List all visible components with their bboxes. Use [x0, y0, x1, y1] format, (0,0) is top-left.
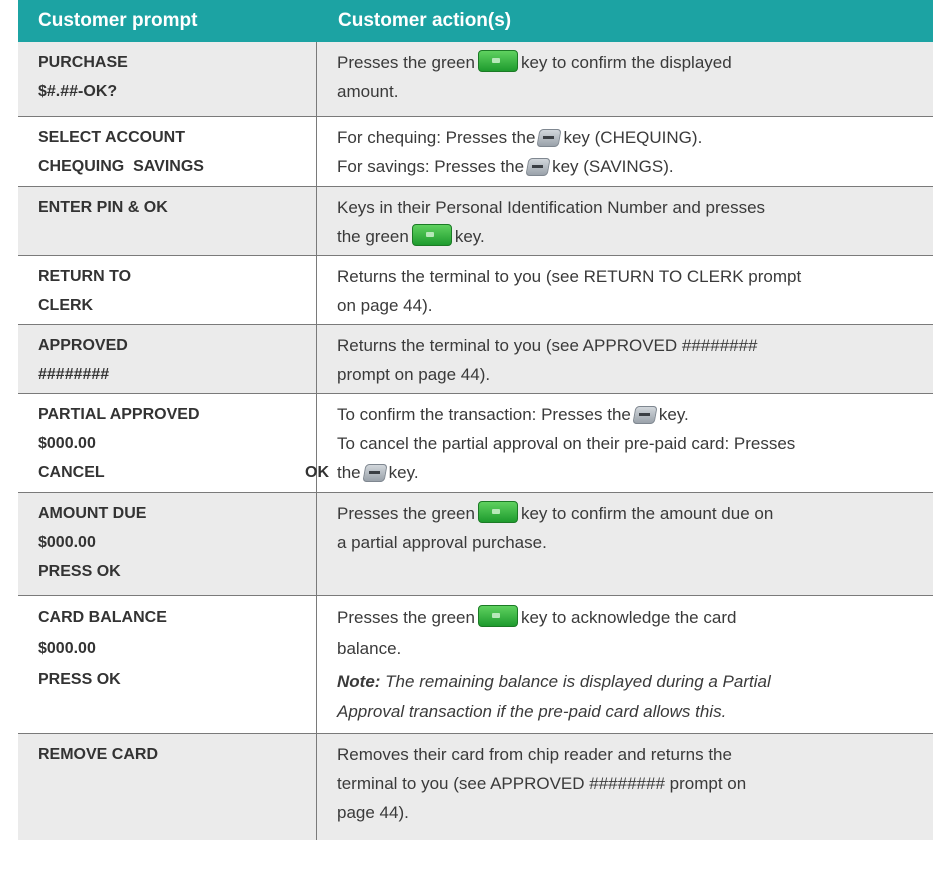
grey-softkey-icon — [364, 463, 386, 482]
action-cell: Returns the terminal to you (see RETURN … — [317, 256, 933, 324]
action-text: key. — [454, 227, 485, 246]
header-customer-prompt: Customer prompt — [38, 10, 198, 31]
action-text: For chequing: Presses the — [337, 128, 536, 147]
prompt-cell: PARTIAL APPROVED $000.00 CANCEL OK — [18, 394, 329, 492]
prompt-line: APPROVED — [38, 337, 128, 354]
prompt-table: Customer prompt Customer action(s) PURCH… — [18, 0, 933, 840]
prompt-cell: APPROVED ######## — [18, 325, 317, 393]
action-text: a partial approval purchase. — [337, 533, 547, 552]
action-text: Removes their card from chip reader and … — [337, 745, 732, 764]
action-text: the green — [337, 227, 409, 246]
action-text: prompt on page 44). — [337, 365, 491, 384]
table-row: PURCHASE $#.##-OK? Presses the green key … — [18, 42, 933, 117]
action-cell: Keys in their Personal Identification Nu… — [317, 187, 933, 255]
prompt-line: CANCEL — [38, 464, 105, 481]
table-row: CARD BALANCE $000.00 PRESS OK Presses th… — [18, 596, 933, 734]
action-text: Presses the green — [337, 504, 475, 523]
prompt-line: RETURN TO — [38, 268, 132, 285]
action-text: the — [337, 463, 361, 482]
action-text: To confirm the transaction: Presses the — [337, 405, 631, 424]
prompt-cell: REMOVE CARD — [18, 734, 317, 840]
prompt-line: $000.00 — [38, 640, 96, 657]
grey-softkey-icon — [538, 128, 560, 147]
table-row: ENTER PIN & OK Keys in their Personal Id… — [18, 187, 933, 256]
grey-softkey-icon — [634, 405, 656, 424]
action-text: key. — [658, 405, 689, 424]
action-text: key to confirm the amount due on — [520, 504, 774, 523]
action-text: Returns the terminal to you (see APPROVE… — [337, 336, 758, 355]
prompt-line: AMOUNT DUE — [38, 505, 147, 522]
action-text: key to acknowledge the card — [520, 608, 737, 627]
action-text: Returns the terminal to you (see RETURN … — [337, 267, 802, 286]
prompt-line: REMOVE CARD — [38, 746, 159, 763]
prompt-ok-label: OK — [305, 464, 329, 481]
action-text: key (CHEQUING). — [563, 128, 703, 147]
prompt-line: $000.00 — [38, 435, 96, 452]
table-header: Customer prompt Customer action(s) — [18, 0, 933, 42]
action-text: amount. — [337, 82, 399, 101]
prompt-cell: SELECT ACCOUNT CHEQUING SAVINGS — [18, 117, 317, 186]
green-ok-key-icon — [477, 501, 518, 523]
table-row: AMOUNT DUE $000.00 PRESS OK Presses the … — [18, 493, 933, 596]
prompt-line: $#.##-OK? — [38, 83, 118, 100]
action-cell: Presses the green key to confirm the disp… — [317, 42, 933, 116]
action-text: key to confirm the displayed — [520, 53, 732, 72]
prompt-cell: ENTER PIN & OK — [18, 187, 317, 255]
prompt-cell: PURCHASE $#.##-OK? — [18, 42, 317, 116]
action-text: Presses the green — [337, 53, 475, 72]
prompt-cell: CARD BALANCE $000.00 PRESS OK — [18, 596, 317, 733]
prompt-line: SELECT ACCOUNT — [38, 129, 185, 146]
prompt-line: ENTER PIN & OK — [38, 199, 168, 216]
action-text: To cancel the partial approval on their … — [337, 434, 796, 453]
action-text: page 44). — [337, 803, 409, 822]
prompt-cell: RETURN TO CLERK — [18, 256, 317, 324]
action-cell: To confirm the transaction: Presses the k… — [317, 394, 933, 492]
green-ok-key-icon — [477, 50, 518, 72]
action-text: balance. — [337, 639, 402, 658]
note-text: The remaining balance is displayed durin… — [380, 672, 771, 691]
action-cell: For chequing: Presses the key (CHEQUING).… — [317, 117, 933, 186]
action-cell: Removes their card from chip reader and … — [317, 734, 933, 840]
note-text: Approval transaction if the pre-paid car… — [337, 702, 727, 721]
table-row: RETURN TO CLERK Returns the terminal to … — [18, 256, 933, 325]
action-text: For savings: Presses the — [337, 157, 525, 176]
prompt-line: PRESS OK — [38, 671, 121, 688]
table-row: SELECT ACCOUNT CHEQUING SAVINGS For cheq… — [18, 117, 933, 187]
prompt-line: CARD BALANCE — [38, 609, 167, 626]
action-text: on page 44). — [337, 296, 433, 315]
action-cell: Returns the terminal to you (see APPROVE… — [317, 325, 933, 393]
action-cell: Presses the green key to acknowledge the … — [317, 596, 933, 733]
table-row: APPROVED ######## Returns the terminal t… — [18, 325, 933, 394]
grey-softkey-icon — [527, 157, 549, 176]
action-text: key (SAVINGS). — [552, 157, 674, 176]
header-customer-actions: Customer action(s) — [338, 10, 512, 31]
prompt-line: PARTIAL APPROVED — [38, 406, 200, 423]
note-label: Note: — [337, 672, 381, 691]
action-text: Keys in their Personal Identification Nu… — [337, 198, 766, 217]
prompt-line: CHEQUING SAVINGS — [38, 158, 204, 175]
action-text: Presses the green — [337, 608, 475, 627]
table-row: PARTIAL APPROVED $000.00 CANCEL OK To con… — [18, 394, 933, 493]
green-ok-key-icon — [477, 605, 518, 627]
action-text: key. — [388, 463, 419, 482]
green-ok-key-icon — [411, 224, 452, 246]
prompt-line: ######## — [38, 366, 110, 383]
action-text: terminal to you (see APPROVED ######## p… — [337, 774, 747, 793]
table-row: REMOVE CARD Removes their card from chip… — [18, 734, 933, 840]
prompt-line: PURCHASE — [38, 54, 128, 71]
prompt-line: PRESS OK — [38, 563, 121, 580]
prompt-line: CLERK — [38, 297, 94, 314]
prompt-line: $000.00 — [38, 534, 96, 551]
prompt-cell: AMOUNT DUE $000.00 PRESS OK — [18, 493, 317, 595]
action-cell: Presses the green key to confirm the amou… — [317, 493, 933, 595]
